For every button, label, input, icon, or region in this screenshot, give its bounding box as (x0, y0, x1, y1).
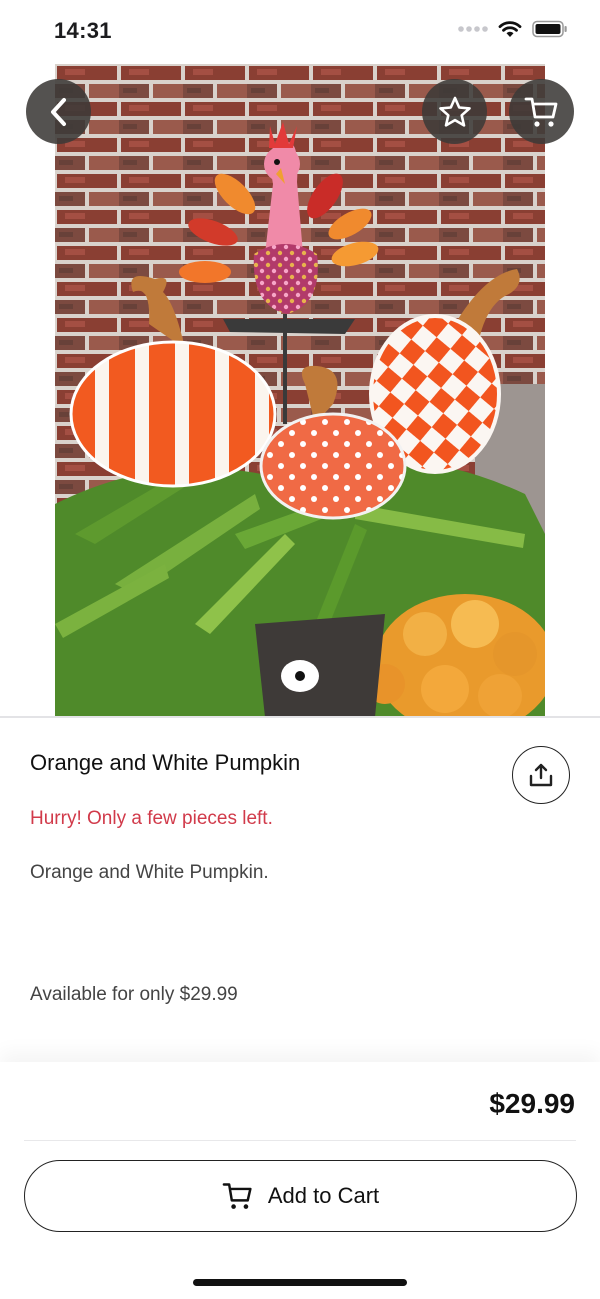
availability-text: Available for only $29.99 (30, 984, 238, 1005)
wifi-icon (498, 21, 522, 37)
product-title: Orange and White Pumpkin (30, 750, 301, 775)
battery-icon (532, 20, 567, 38)
back-button[interactable] (26, 79, 91, 144)
share-button[interactable] (512, 746, 570, 804)
status-time: 14:31 (54, 18, 112, 43)
add-to-cart-label: Add to Cart (267, 1183, 380, 1208)
chevron-left-icon (50, 97, 66, 126)
price-label: $29.99 (489, 1088, 575, 1119)
stock-warning: Hurry! Only a few pieces left. (30, 808, 273, 829)
divider (24, 1140, 576, 1141)
signal-icon (458, 26, 488, 32)
divider (0, 716, 600, 718)
favorite-button[interactable] (422, 79, 487, 144)
home-indicator[interactable] (193, 1279, 407, 1286)
page-dot-active (295, 671, 305, 681)
status-icons (458, 20, 568, 38)
product-gallery[interactable] (0, 64, 600, 717)
product-description: Orange and White Pumpkin. (30, 862, 269, 883)
cart-icon (524, 97, 557, 127)
gallery-page-indicator[interactable] (281, 660, 319, 692)
product-photo (55, 64, 545, 717)
cart-button[interactable] (509, 79, 574, 144)
add-to-cart-button[interactable]: Add to Cart (24, 1160, 577, 1232)
star-outline-icon (438, 96, 471, 127)
status-bar: 14:31 (0, 0, 600, 64)
cart-icon (222, 1183, 252, 1209)
share-icon (529, 763, 553, 787)
